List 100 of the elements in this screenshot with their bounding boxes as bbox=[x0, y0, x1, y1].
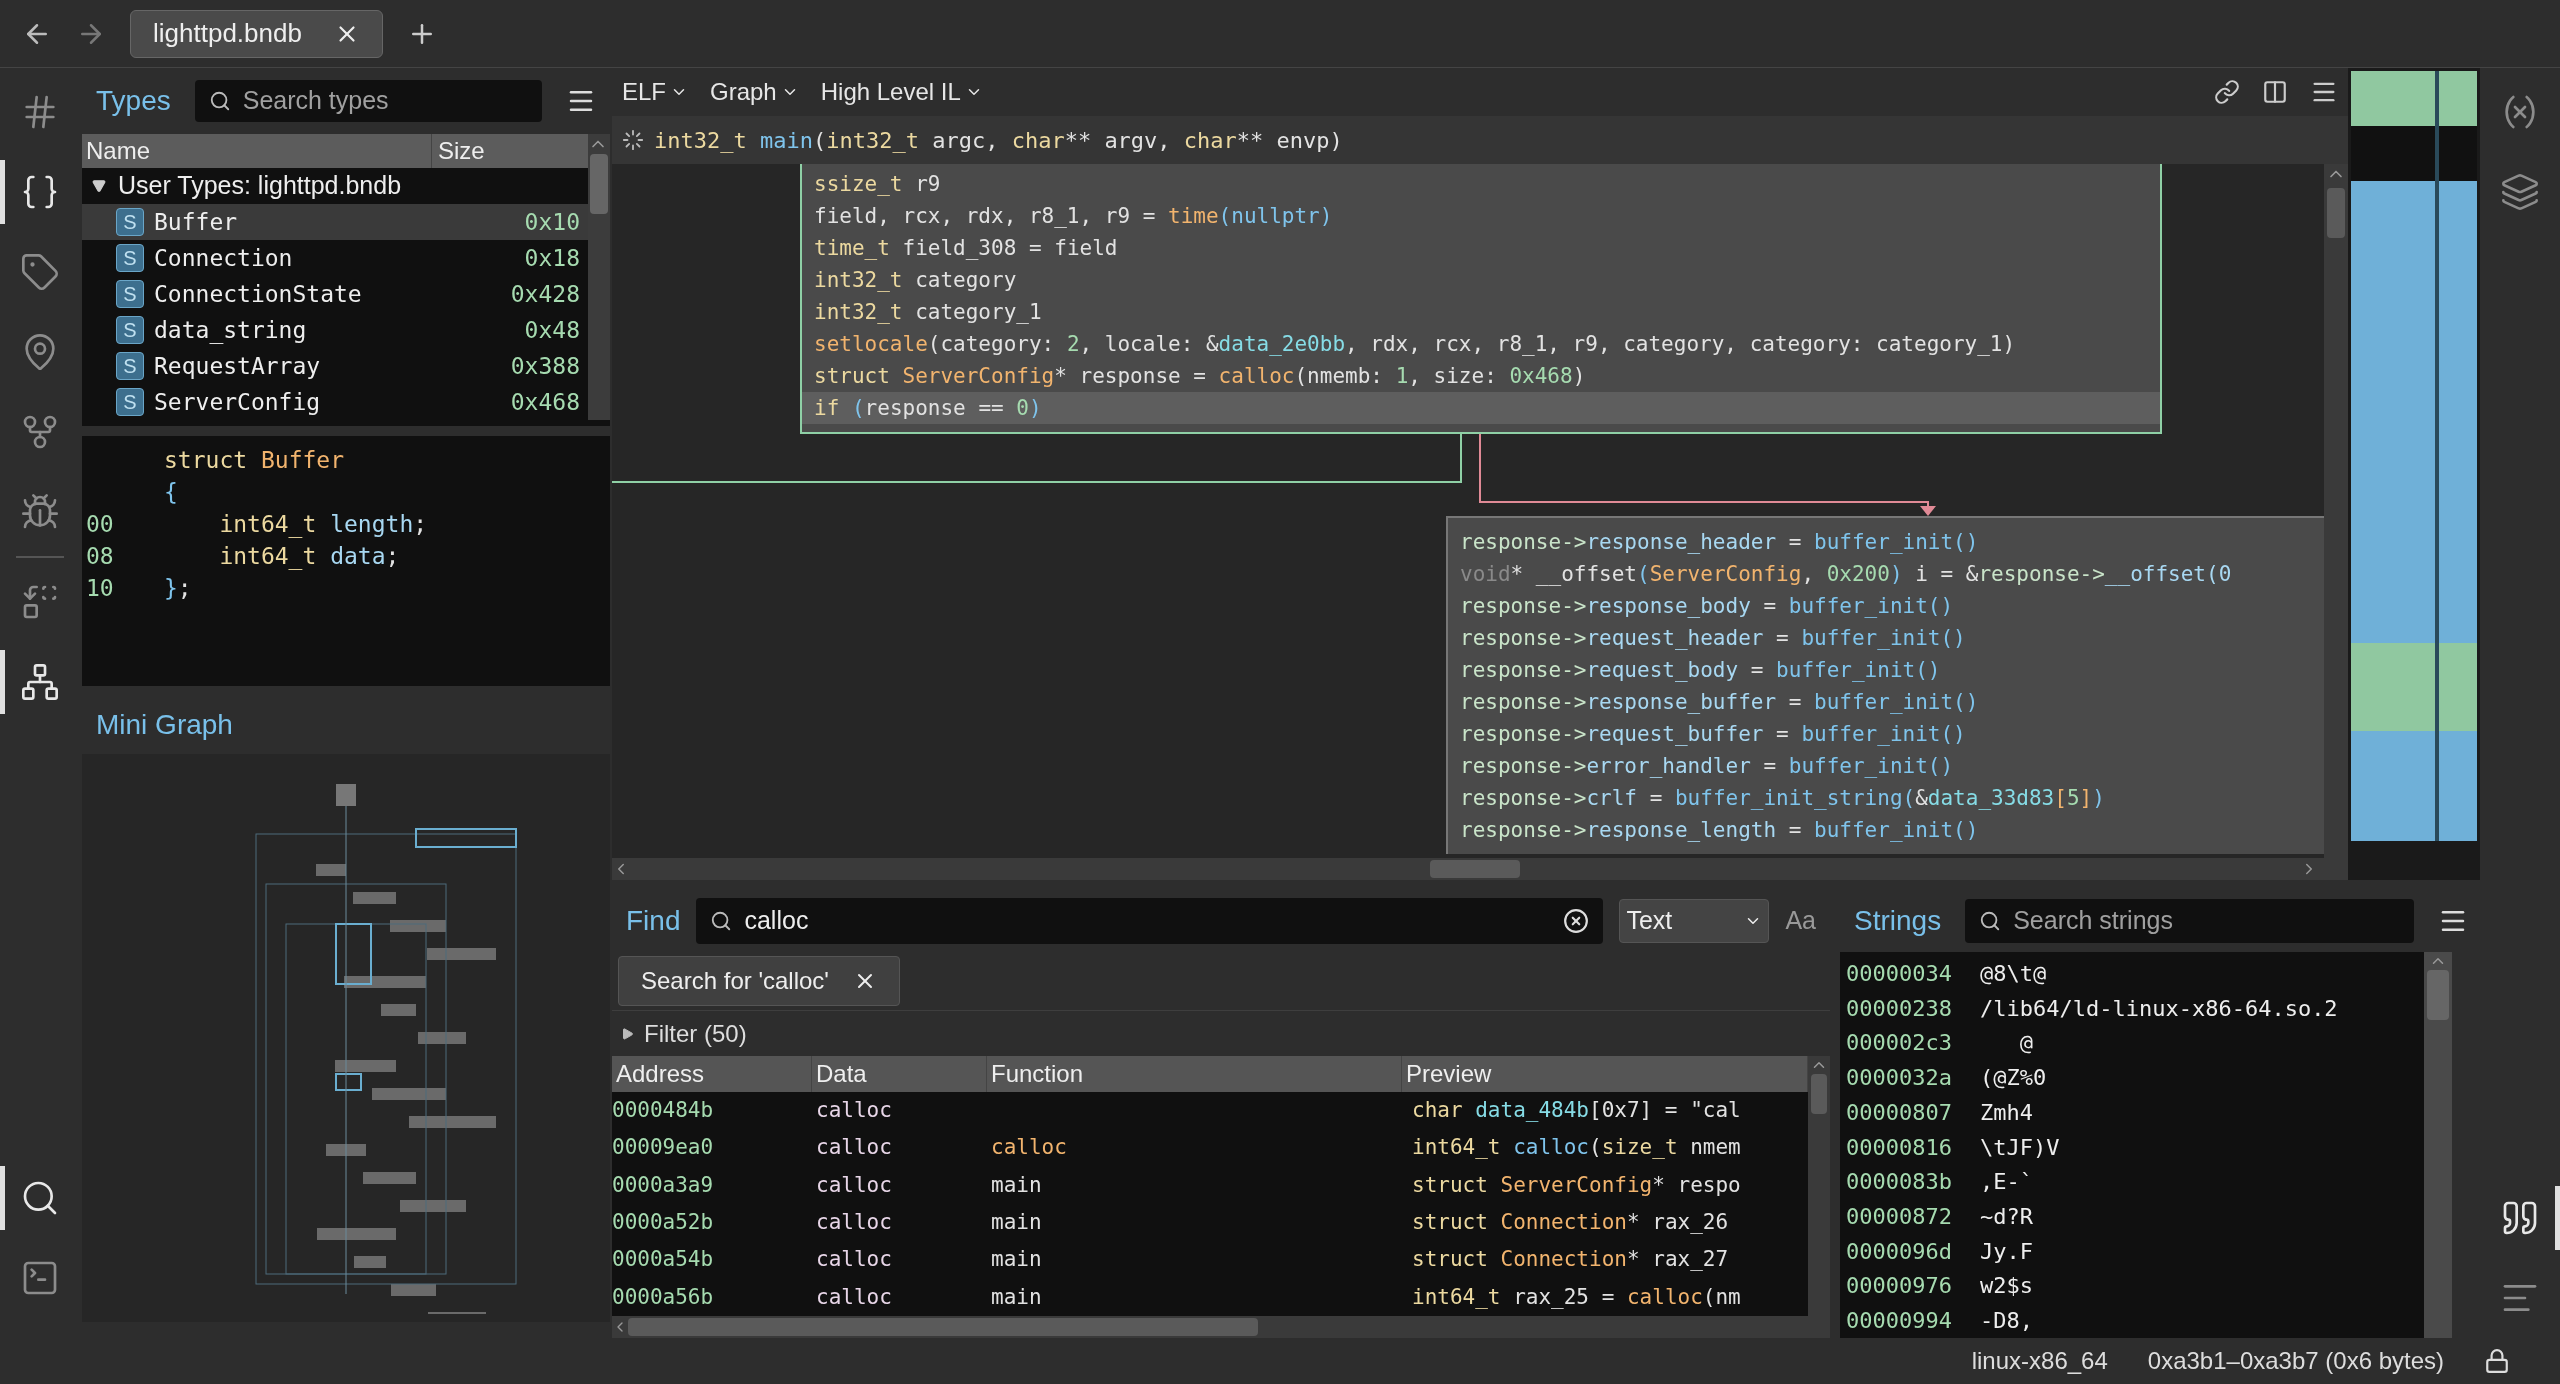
table-cell: struct ServerConfig* respo bbox=[1412, 1172, 1741, 1197]
scroll-thumb[interactable] bbox=[628, 1318, 1258, 1336]
scrollbar[interactable] bbox=[612, 858, 2348, 880]
scroll-thumb[interactable] bbox=[1811, 1074, 1827, 1114]
struct-badge: S bbox=[116, 244, 144, 272]
code-row[interactable]: response->crlf = buffer_init_string(&data_33d83[5]) bbox=[1448, 782, 2324, 814]
graph-node bbox=[326, 1144, 366, 1156]
code-row[interactable]: ssize_t r9 bbox=[802, 168, 2160, 200]
string-address: 00000034 bbox=[1846, 960, 1952, 986]
type-row[interactable]: S Connection 0x18 bbox=[82, 240, 588, 276]
scroll-thumb[interactable] bbox=[590, 154, 608, 214]
expand-arrow-icon[interactable] bbox=[622, 1027, 634, 1040]
struct-badge: S bbox=[116, 316, 144, 344]
type-row[interactable]: S Buffer 0x10 bbox=[82, 204, 588, 240]
type-size: 0x468 bbox=[510, 387, 580, 417]
code-row[interactable]: int32_t category bbox=[802, 264, 2160, 296]
code-row[interactable]: response->response_header = buffer_init() bbox=[1448, 526, 2324, 558]
type-size: 0x428 bbox=[510, 279, 580, 309]
view-menu[interactable]: ELF bbox=[622, 74, 688, 110]
code-row[interactable]: if (response == 0) bbox=[802, 392, 2160, 424]
view-menu[interactable]: High Level IL bbox=[820, 74, 983, 110]
column-header[interactable]: Function bbox=[987, 1056, 1402, 1092]
table-cell: int64_t rax_25 = calloc(nm bbox=[1412, 1284, 1741, 1309]
struct-badge: S bbox=[116, 388, 144, 416]
string-value: @ bbox=[2018, 1029, 2033, 1058]
column-header[interactable]: Data bbox=[812, 1056, 987, 1092]
scroll-thumb[interactable] bbox=[1430, 860, 1520, 878]
table-cell: main bbox=[991, 1247, 1042, 1272]
tab-label: lighttpd.bndb bbox=[153, 17, 302, 50]
status-text: 0xa3b1–0xa3b7 (0x6 bytes) bbox=[2147, 1346, 2444, 1376]
code-line: response->request_buffer = buffer_init() bbox=[1460, 722, 1966, 746]
table-cell: main bbox=[991, 1209, 1042, 1234]
scrollbar[interactable] bbox=[2424, 952, 2452, 1338]
code-row[interactable]: response->response_length = buffer_init() bbox=[1448, 814, 2324, 846]
offset-label: 00 bbox=[86, 511, 114, 537]
code-row[interactable]: response->request_header = buffer_init() bbox=[1448, 622, 2324, 654]
table-cell: calloc bbox=[816, 1172, 892, 1197]
search-icon bbox=[710, 910, 733, 932]
string-address: 0000032a bbox=[1846, 1065, 1952, 1091]
code-line: ssize_t r9 bbox=[814, 172, 941, 196]
file-tab[interactable]: lighttpd.bndb bbox=[130, 9, 383, 58]
offset-label: 08 bbox=[86, 543, 114, 569]
code-line: response->response_length = buffer_init() bbox=[1460, 818, 1979, 842]
search-field[interactable]: calloc bbox=[696, 898, 1604, 944]
case-toggle[interactable]: Aa bbox=[1785, 902, 1816, 940]
view-menu[interactable]: Graph bbox=[710, 74, 799, 110]
table-cell: main bbox=[991, 1172, 1042, 1197]
scroll-thumb[interactable] bbox=[2327, 188, 2345, 238]
minimap-drawing[interactable] bbox=[2351, 71, 2477, 841]
type-row[interactable]: S RequestArray 0x388 bbox=[82, 348, 588, 384]
mode-dropdown[interactable]: Text bbox=[1619, 899, 1770, 943]
filter-toggle[interactable]: Filter (50) bbox=[644, 1015, 747, 1052]
column-header[interactable]: Name bbox=[82, 134, 432, 168]
type-size: 0x18 bbox=[524, 243, 580, 273]
code-row[interactable]: response->error_handler = buffer_init() bbox=[1448, 750, 2324, 782]
table-cell: struct Connection* rax_27 bbox=[1412, 1247, 1729, 1272]
code-line: setlocale(category: 2, locale: &data_2e0bb, rdx, rcx, r8_1, r9, category, category: category_1) bbox=[814, 332, 2016, 356]
tree-group-label[interactable]: User Types: lighttpd.bndb bbox=[118, 167, 402, 205]
column-header[interactable]: Address bbox=[612, 1056, 812, 1092]
scroll-thumb[interactable] bbox=[2427, 970, 2449, 1020]
string-value: Jy.F bbox=[1980, 1237, 2033, 1266]
scrollbar[interactable] bbox=[1808, 1056, 1830, 1316]
code-row[interactable]: response->request_buffer = buffer_init() bbox=[1448, 718, 2324, 750]
expand-arrow-icon[interactable] bbox=[92, 179, 106, 193]
type-row[interactable]: S ServerConfig 0x468 bbox=[82, 384, 588, 420]
table-cell: 0000a3a9 bbox=[612, 1172, 714, 1197]
struct-badge: S bbox=[116, 352, 144, 380]
split-view-icon[interactable] bbox=[2262, 79, 2288, 105]
scrollbar[interactable] bbox=[588, 134, 610, 420]
table-cell: calloc bbox=[816, 1135, 892, 1160]
struct-badge: S bbox=[116, 280, 144, 308]
lock-icon[interactable] bbox=[2484, 1348, 2510, 1374]
search-icon bbox=[208, 90, 231, 112]
code-row[interactable]: response->response_body = buffer_init() bbox=[1448, 590, 2324, 622]
code-row[interactable]: int32_t category_1 bbox=[802, 296, 2160, 328]
scrollbar[interactable] bbox=[612, 1316, 1830, 1338]
search-field[interactable]: Search strings bbox=[1965, 899, 2414, 943]
table-cell: struct Connection* rax_26 bbox=[1412, 1209, 1729, 1234]
code-row[interactable]: field, rcx, rdx, r8_1, r9 = time(nullptr) bbox=[802, 200, 2160, 232]
code-row[interactable]: response->request_body = buffer_init() bbox=[1448, 654, 2324, 686]
code-row[interactable]: void* __offset(ServerConfig, 0x200) i = &response->__offset(0 bbox=[1448, 558, 2324, 590]
string-value: -D8, bbox=[1980, 1307, 2033, 1336]
search-field[interactable]: Search types bbox=[194, 80, 542, 122]
code-row[interactable]: response->response_buffer = buffer_init() bbox=[1448, 686, 2324, 718]
code-row[interactable]: setlocale(category: 2, locale: &data_2e0bb, rdx, rcx, r8_1, r9, category, category: category_1) bbox=[802, 328, 2160, 360]
search-chip[interactable]: Search for 'calloc' bbox=[618, 956, 900, 1006]
type-row[interactable]: S data_string 0x48 bbox=[82, 312, 588, 348]
type-row[interactable]: S ConnectionState 0x428 bbox=[82, 276, 588, 312]
code-row[interactable]: time_t field_308 = field bbox=[802, 232, 2160, 264]
clear-icon[interactable] bbox=[1563, 908, 1590, 934]
link-icon[interactable] bbox=[2214, 79, 2240, 105]
scrollbar[interactable] bbox=[2324, 164, 2348, 858]
code-line: response->response_header = buffer_init() bbox=[1460, 530, 1979, 554]
highlighted-block bbox=[335, 1073, 362, 1091]
table-cell: 0000a56b bbox=[612, 1284, 714, 1309]
hierarchy-icon bbox=[20, 662, 60, 702]
graph-node bbox=[336, 784, 356, 806]
string-value: @8\t@ bbox=[1980, 959, 2047, 988]
column-header[interactable]: Size bbox=[432, 134, 588, 168]
code-row[interactable]: struct ServerConfig* response = calloc(nmemb: 1, size: 0x468) bbox=[802, 360, 2160, 392]
